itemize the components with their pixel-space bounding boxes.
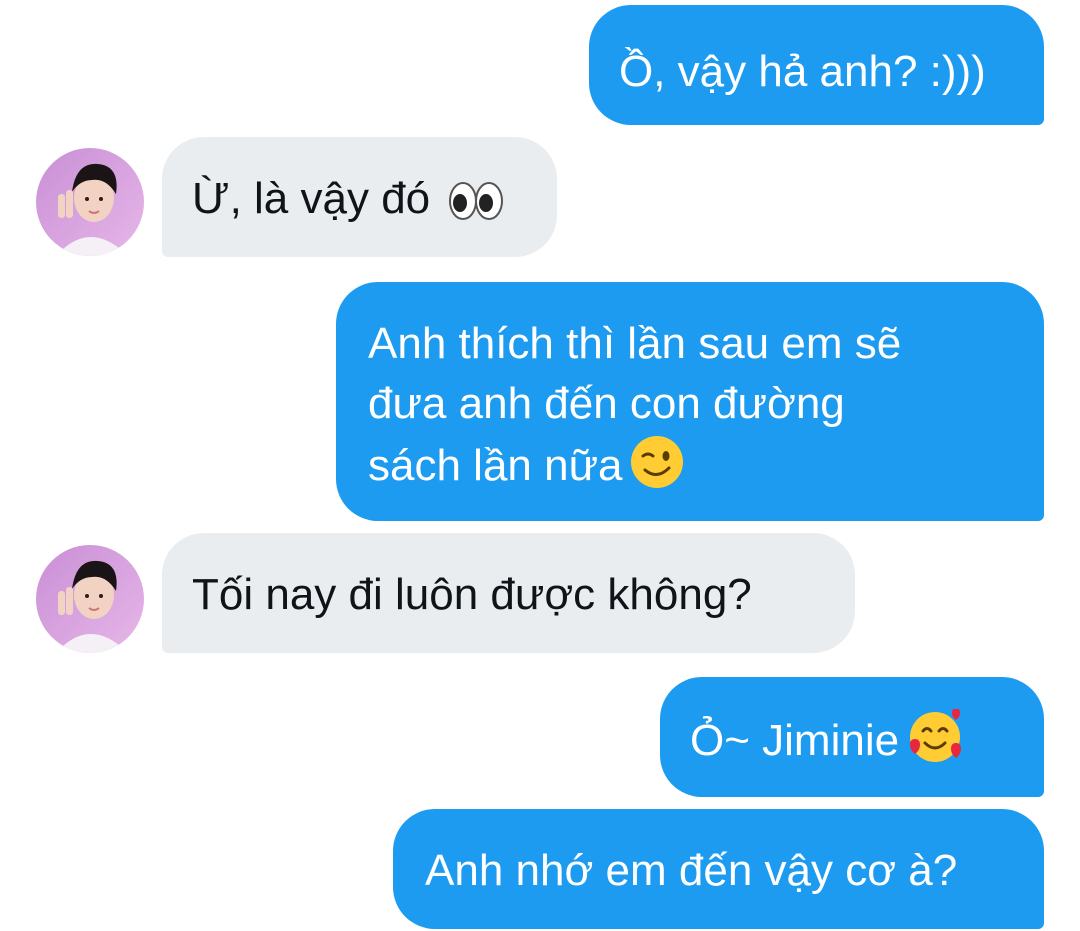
contact-avatar[interactable] [36,545,144,653]
avatar-photo [36,148,144,256]
message-text: Ồ, vậy hả anh? :))) [619,47,986,96]
outgoing-message-bubble[interactable]: Anh thích thì lần sau em sẽ đưa anh đến … [336,282,1044,521]
outgoing-message-bubble[interactable]: Ồ, vậy hả anh? :))) [589,5,1044,125]
message-text-line: sách lần nữa [368,434,1014,496]
message-thread: Ồ, vậy hả anh? :))) Ừ, là vậy đó Anh thí… [0,0,1080,931]
smiling-face-with-hearts-icon [910,709,962,762]
contact-avatar[interactable] [36,148,144,256]
eyes-icon [449,182,504,220]
incoming-message-bubble[interactable]: Ừ, là vậy đó [162,137,557,257]
winking-face-icon [630,436,683,488]
message-text: Ỏ~ Jiminie [690,716,900,765]
message-text: Ừ, là vậy đó [192,174,431,223]
outgoing-message-bubble[interactable]: Anh nhớ em đến vậy cơ à? [393,809,1044,929]
message-text: Anh nhớ em đến vậy cơ à? [425,846,958,895]
incoming-message-bubble[interactable]: Tối nay đi luôn được không? [162,533,855,653]
avatar-photo [36,545,144,653]
message-text-line: Anh thích thì lần sau em sẽ [368,319,902,368]
outgoing-message-bubble[interactable]: Ỏ~ Jiminie [660,677,1044,797]
message-text-line: đưa anh đến con đường [368,379,845,428]
message-text: Tối nay đi luôn được không? [192,570,752,619]
